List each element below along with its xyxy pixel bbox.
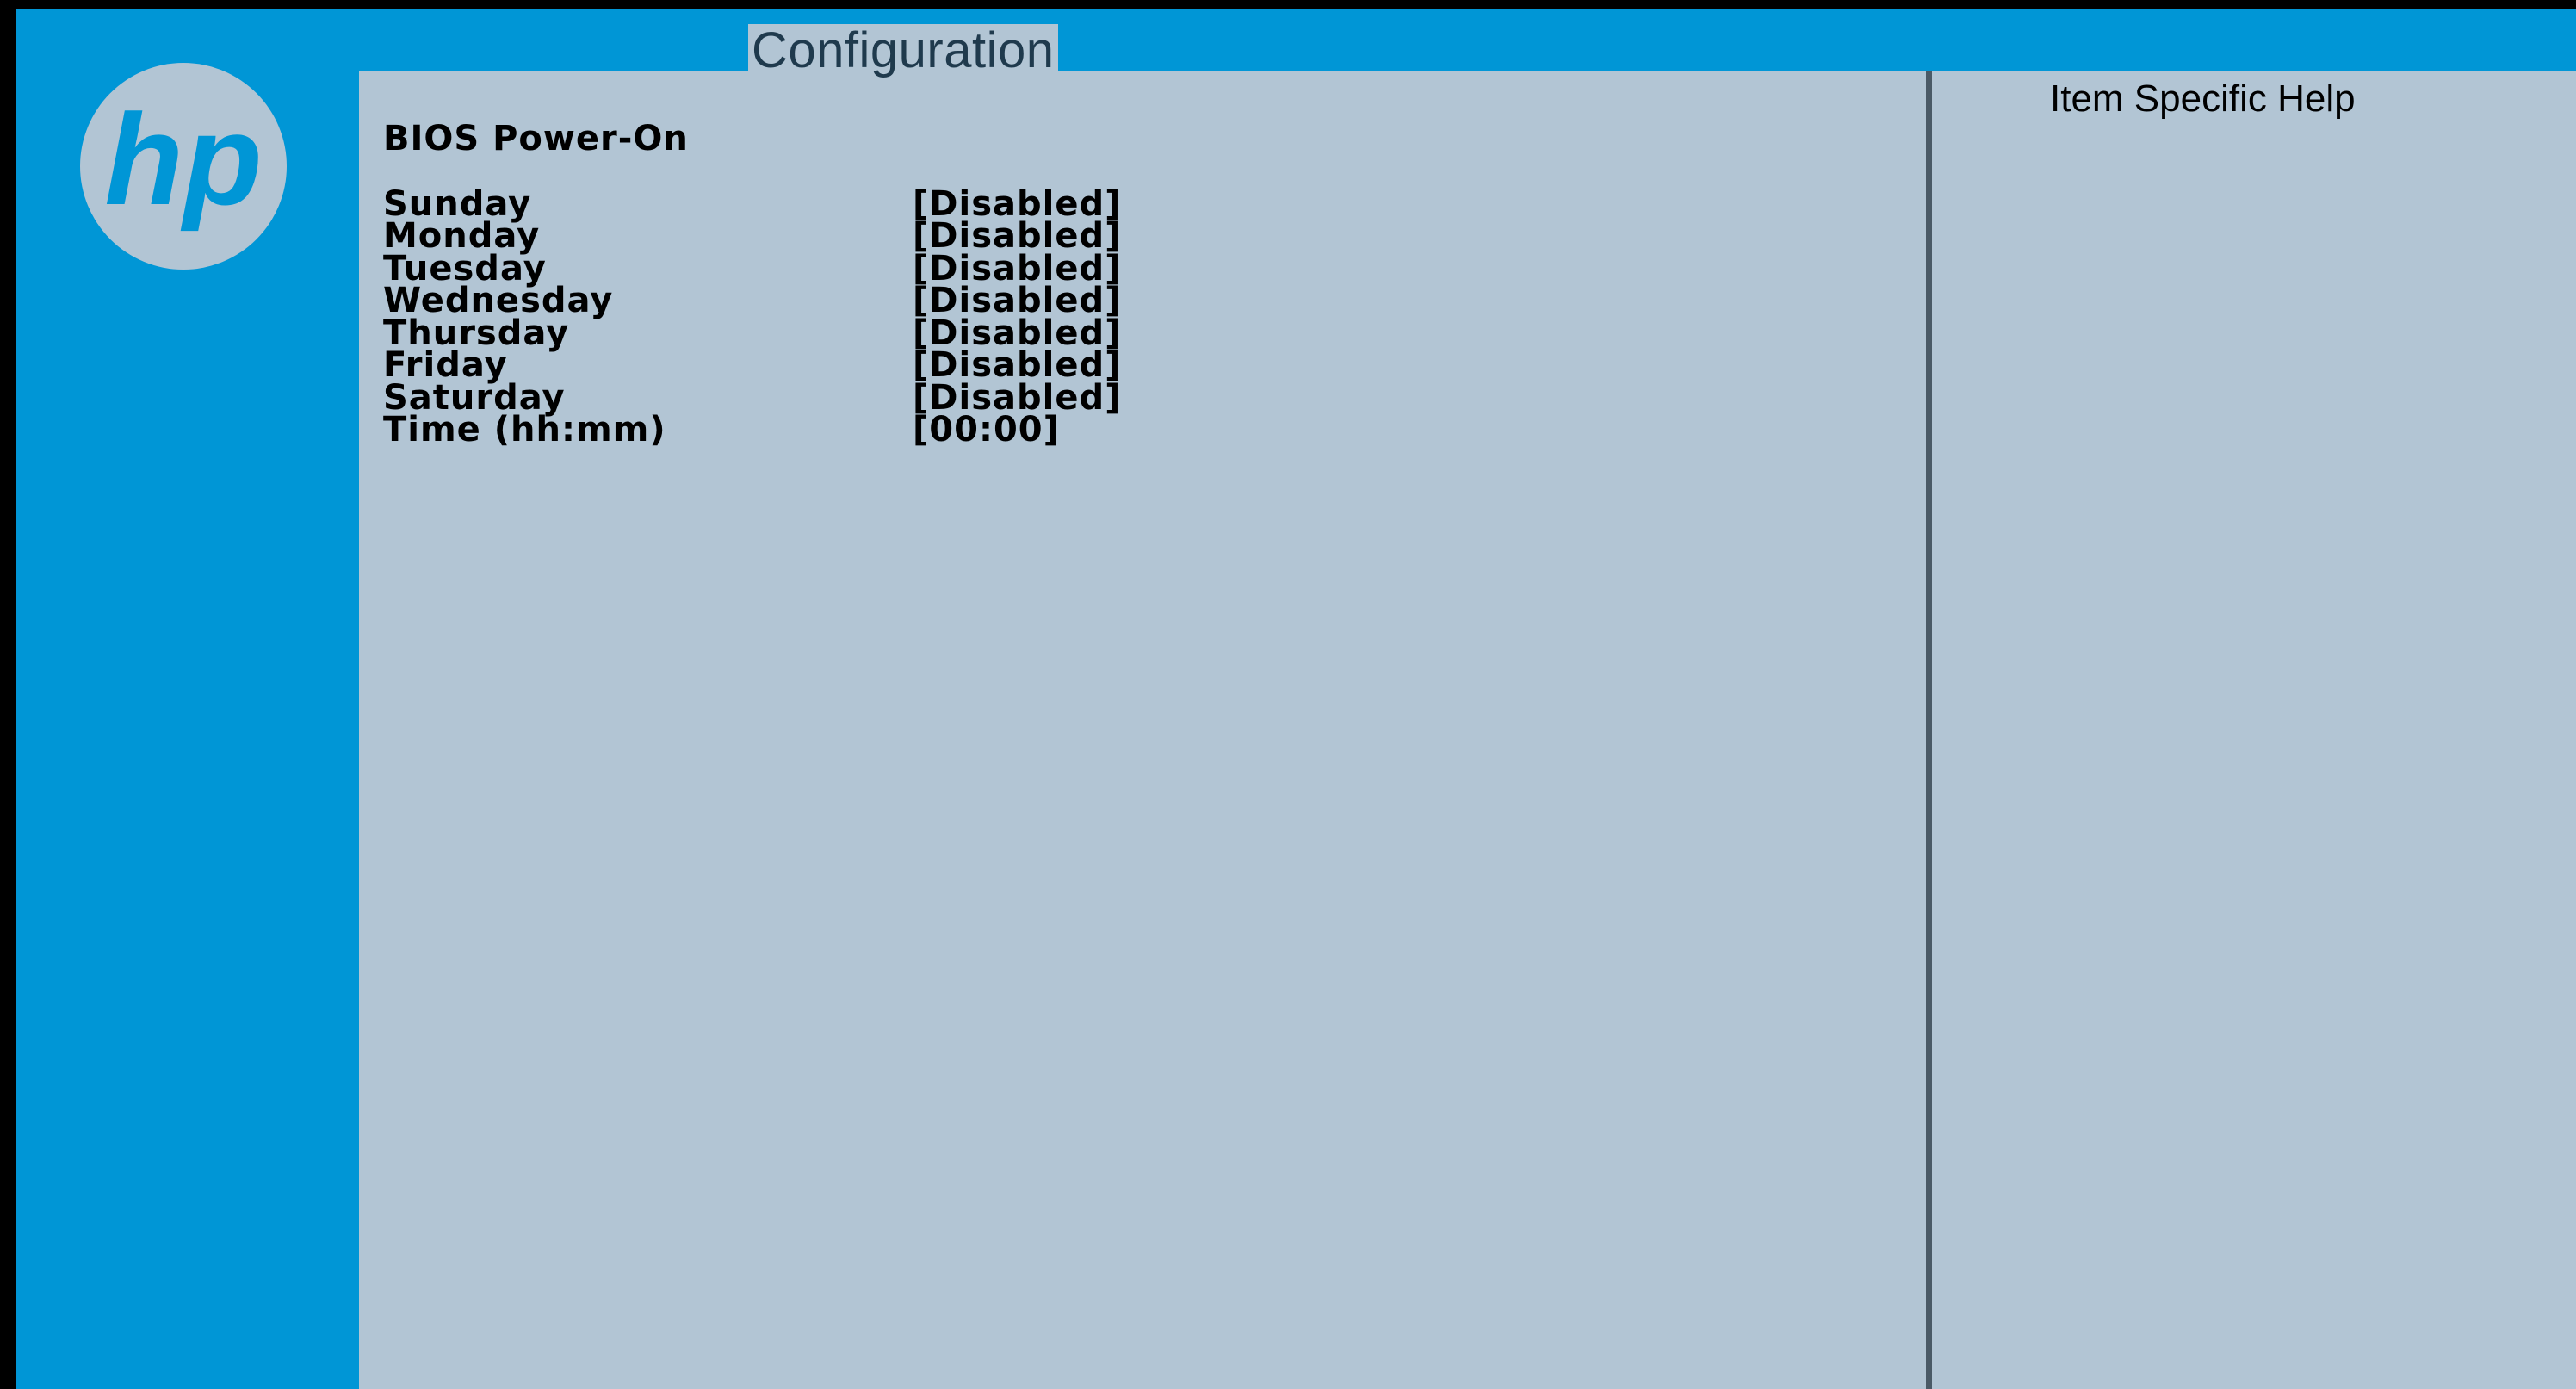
setting-row-thursday[interactable]: Thursday [Disabled] [383,313,1121,353]
help-panel [1932,71,2576,1389]
setting-row-wednesday[interactable]: Wednesday [Disabled] [383,281,1121,320]
setting-label: Time (hh:mm) [383,410,666,450]
setting-value[interactable]: [00:00] [913,410,1060,450]
tab-configuration[interactable]: Configuration [748,24,1058,78]
setting-row-saturday[interactable]: Saturday [Disabled] [383,378,1121,418]
settings-list: Sunday [Disabled] Monday [Disabled] Tues… [383,184,1121,450]
hp-logo-icon: hp [80,63,287,270]
panel-divider [1926,71,1932,1389]
setting-row-time[interactable]: Time (hh:mm) [00:00] [383,410,1121,450]
help-title: Item Specific Help [2050,78,2356,120]
setting-row-monday[interactable]: Monday [Disabled] [383,216,1121,256]
setting-row-tuesday[interactable]: Tuesday [Disabled] [383,249,1121,288]
setting-row-friday[interactable]: Friday [Disabled] [383,345,1121,385]
section-title: BIOS Power-On [383,119,689,158]
setting-row-sunday[interactable]: Sunday [Disabled] [383,184,1121,224]
hp-logo-text: hp [104,87,262,232]
